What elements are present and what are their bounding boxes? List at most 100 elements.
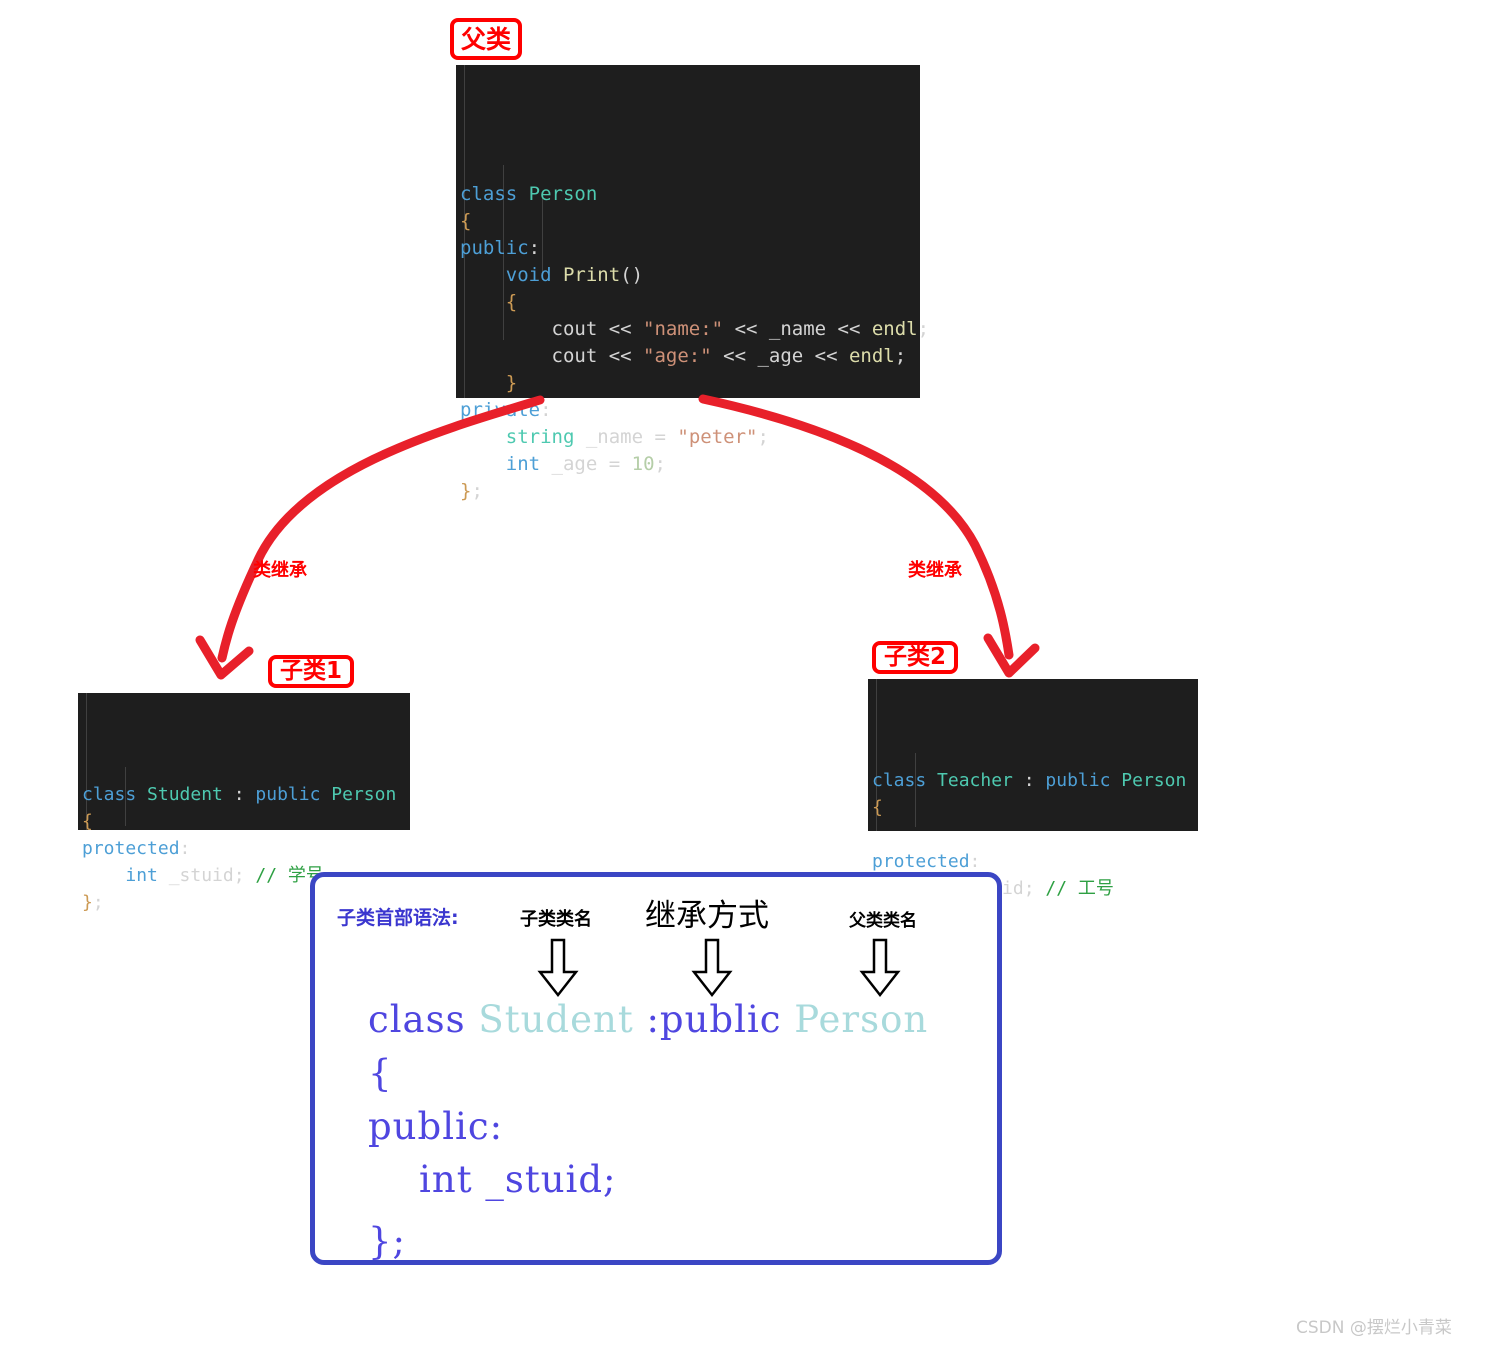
code-token: class	[82, 784, 137, 805]
code-token: :	[969, 851, 981, 872]
code-line: };	[456, 478, 920, 505]
code-token: }	[505, 372, 518, 394]
code-token: 10	[631, 453, 655, 475]
syntax-code-token: _stuid;	[472, 1158, 617, 1201]
code-token: <<	[826, 318, 872, 340]
code-token: "name:"	[643, 318, 724, 340]
callout-inheritance-mode: 继承方式	[645, 898, 769, 934]
code-token: cout	[551, 318, 598, 340]
callout-superclass-name: 父类类名	[849, 911, 917, 931]
arrow-label-inherit-left: 类继承	[253, 560, 307, 581]
syntax-code-line-3: public:	[368, 1105, 503, 1148]
code-token: public	[460, 237, 529, 259]
code-token: :	[179, 838, 191, 859]
code-token: <<	[723, 318, 769, 340]
syntax-code-token: int	[419, 1158, 473, 1201]
syntax-code-token: {	[368, 1052, 393, 1095]
code-token: Person	[528, 183, 598, 205]
parent-class-code-block: class Person { public: void Print() { cout…	[456, 65, 929, 502]
parent-code-lines: class Person { public: void Print() { cout…	[456, 181, 930, 505]
code-line: public:	[456, 235, 920, 262]
down-arrow-icon-superclass-name	[859, 938, 901, 998]
code-token: cout	[551, 345, 598, 367]
down-arrow-icon-inheritance-mode	[691, 938, 733, 998]
teacher-class-code-block: class Teacher : public Person {protected:…	[868, 679, 1198, 926]
code-token: Person	[1121, 770, 1187, 791]
code-token: Print	[562, 264, 621, 286]
code-token: endl	[871, 318, 918, 340]
syntax-code-line-4: int _stuid;	[368, 1158, 617, 1201]
syntax-box-title: 子类首部语法:	[337, 907, 459, 929]
code-token: int	[125, 865, 158, 886]
code-token: <<	[597, 345, 644, 367]
code-token: }	[460, 480, 472, 502]
code-line: {	[78, 808, 410, 835]
code-line: {	[868, 794, 1198, 821]
code-token: {	[460, 210, 472, 232]
syntax-code-token: Student	[478, 998, 634, 1041]
code-token: ()	[620, 264, 644, 286]
code-line: {	[456, 208, 920, 235]
syntax-code-token: :	[489, 1105, 504, 1148]
code-token: ;	[757, 426, 769, 448]
syntax-code-token: class	[368, 998, 466, 1041]
code-token: _age	[757, 345, 804, 367]
code-token: {	[82, 811, 93, 832]
arrow-label-inherit-right: 类继承	[908, 560, 962, 581]
csdn-watermark: CSDN @摆烂小青菜	[1296, 1318, 1452, 1338]
code-token: <<	[711, 345, 758, 367]
code-line: protected:	[78, 835, 410, 862]
syntax-code-line-2: {	[368, 1052, 393, 1095]
code-token: int	[505, 453, 541, 475]
code-token: private	[460, 399, 541, 421]
syntax-code-line-5: };	[368, 1220, 406, 1263]
arrow-head-right	[983, 633, 1040, 678]
code-line: {	[456, 289, 920, 316]
code-token: {	[872, 797, 883, 818]
syntax-code-token	[782, 998, 795, 1041]
code-line: protected:	[868, 848, 1198, 875]
code-line: cout << "name:" << _name << endl;	[456, 316, 930, 343]
code-token: <<	[597, 318, 644, 340]
code-token: =	[608, 453, 621, 475]
student-class-code-block: class Student : public Person {protected:…	[78, 693, 410, 913]
code-token: :	[222, 784, 256, 805]
syntax-code-token: Person	[794, 998, 929, 1041]
code-token: _age	[540, 453, 609, 475]
syntax-code-line-1: class Student :public Person	[368, 998, 928, 1041]
code-line: }	[456, 370, 920, 397]
code-token: :	[540, 399, 552, 421]
code-token: "age:"	[643, 345, 712, 367]
arrow-head-left	[195, 635, 254, 680]
code-line: int _age = 10;	[456, 451, 920, 478]
code-token: :	[528, 237, 541, 259]
code-line: void Print()	[456, 262, 920, 289]
syntax-code-token: ;	[392, 1220, 407, 1263]
syntax-code-token: :	[633, 998, 660, 1041]
code-token: void	[505, 264, 552, 286]
code-token: Teacher	[937, 770, 1013, 791]
code-token: {	[505, 291, 518, 313]
syntax-code-token: public	[368, 1105, 490, 1148]
callout-subclass-name: 子类类名	[520, 909, 592, 930]
code-token: <<	[803, 345, 849, 367]
code-token: protected	[82, 838, 180, 859]
code-token: class	[460, 183, 518, 205]
code-token: ;	[471, 480, 483, 502]
badge-child-class-1: 子类1	[268, 655, 354, 688]
